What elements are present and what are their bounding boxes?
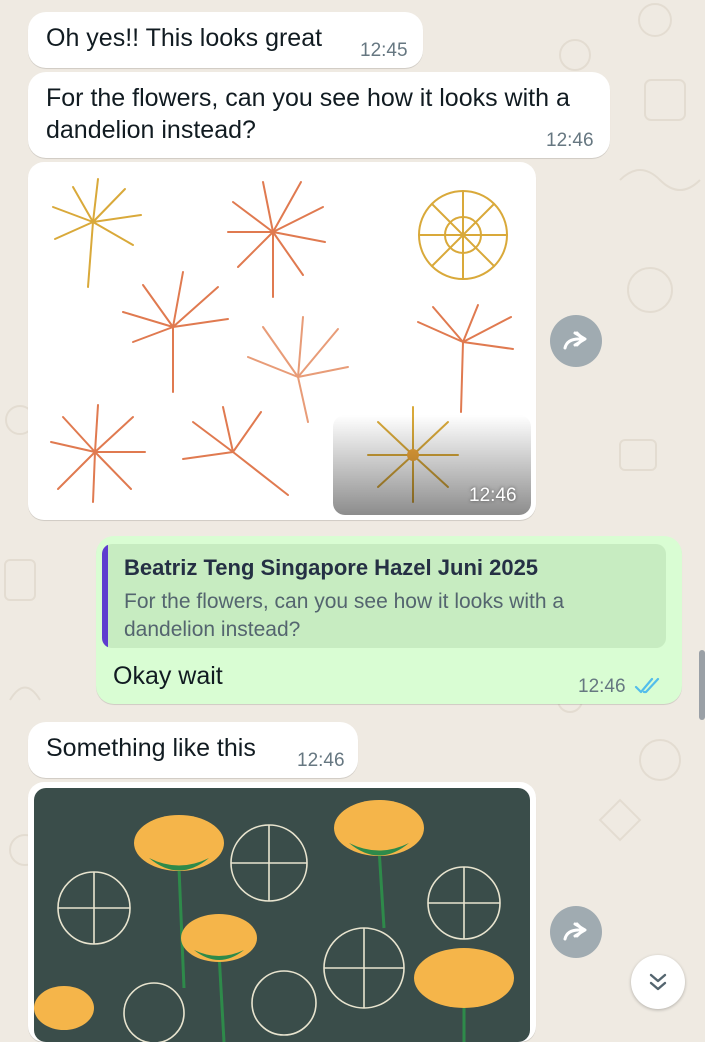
quote-accent-bar (102, 544, 108, 648)
quote-author: Beatriz Teng Singapore Hazel Juni 2025 (124, 555, 539, 580)
message-text: For the flowers, can you see how it look… (46, 84, 570, 144)
double-check-icon (634, 677, 660, 694)
incoming-message[interactable]: Oh yes!! This looks great 12:45 (28, 12, 423, 68)
scroll-to-bottom-button[interactable] (631, 955, 685, 1009)
incoming-image-message[interactable] (28, 782, 536, 1042)
forward-button[interactable] (550, 906, 602, 958)
forward-icon (563, 331, 587, 350)
message-time: 12:46 (469, 485, 517, 506)
message-time: 12:46 (578, 676, 626, 697)
forward-button[interactable] (550, 315, 602, 367)
dandelion-image[interactable] (33, 167, 531, 515)
incoming-message[interactable]: For the flowers, can you see how it look… (28, 72, 610, 158)
incoming-message[interactable]: Something like this 12:46 (28, 722, 358, 778)
chevron-down-icon (649, 973, 667, 991)
outgoing-message[interactable]: Beatriz Teng Singapore Hazel Juni 2025 F… (96, 536, 682, 704)
message-time: 12:45 (360, 40, 408, 61)
scrollbar-thumb[interactable] (699, 650, 705, 720)
quoted-message[interactable]: Beatriz Teng Singapore Hazel Juni 2025 F… (102, 544, 666, 648)
incoming-image-message[interactable]: 12:46 (28, 162, 536, 520)
message-text: Okay wait (113, 662, 223, 690)
message-text: Oh yes!! This looks great (46, 24, 323, 52)
flower-pattern-image[interactable] (34, 788, 530, 1042)
message-time: 12:46 (297, 750, 345, 771)
message-time: 12:46 (546, 130, 594, 151)
message-text: Something like this (46, 734, 256, 762)
forward-icon (563, 922, 587, 941)
quote-text: For the flowers, can you see how it look… (124, 590, 565, 641)
